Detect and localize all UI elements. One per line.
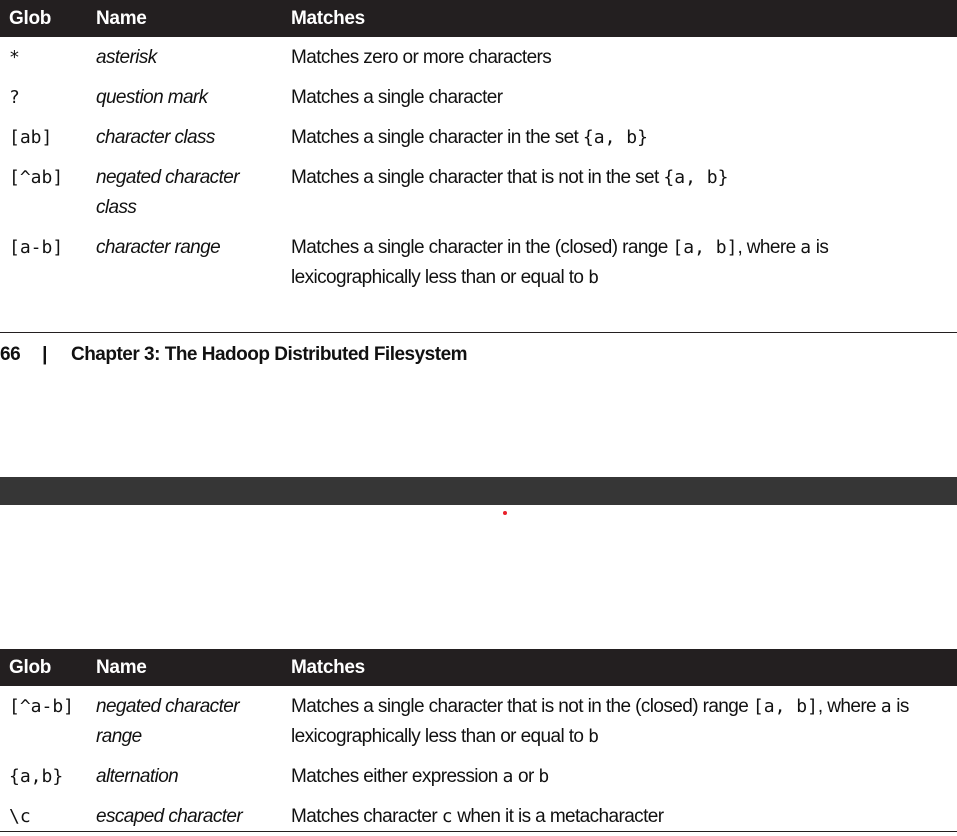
description-text: or: [513, 766, 539, 787]
code-fragment: a: [880, 696, 892, 717]
chapter-title: Chapter 3: The Hadoop Distributed Filesy…: [70, 344, 468, 365]
footer-rule: [0, 332, 957, 333]
glob-pattern: [^ab]: [9, 167, 64, 188]
glob-name: alternation: [96, 766, 179, 787]
description-text: Matches character: [291, 806, 442, 827]
glob-name: negated character class: [96, 167, 240, 218]
glob-pattern: *: [9, 47, 20, 68]
table-row: {a,b} alternation Matches either expressio…: [0, 756, 957, 796]
description-text: Matches a single character in the set: [291, 127, 583, 148]
description-text: Matches a single character that is not i…: [291, 167, 664, 188]
glob-name: character class: [96, 127, 215, 148]
description-text: Matches either expression: [291, 766, 503, 787]
code-fragment: b: [588, 726, 599, 747]
table-body: [^a-b] negated character range Matches a s…: [0, 686, 957, 836]
glob-name: question mark: [96, 87, 208, 108]
header-name: Name: [87, 0, 282, 37]
header-matches: Matches: [282, 0, 957, 37]
glob-description: Matches a single character that is not i…: [282, 686, 957, 756]
page-footer: 66 | Chapter 3: The Hadoop Distributed Fil…: [0, 344, 468, 366]
glob-description: Matches a single character in the (close…: [282, 227, 957, 297]
glob-name: negated character range: [96, 696, 240, 747]
table-row: ? question mark Matches a single character: [0, 77, 957, 117]
table-row: * asterisk Matches zero or more characters: [0, 37, 957, 77]
description-text: Matches a single character in the (close…: [291, 237, 673, 258]
description-text: , where: [817, 696, 881, 717]
footer-separator: |: [42, 344, 47, 365]
page-separator-bar: [0, 477, 957, 505]
code-fragment: [a, b]: [672, 237, 738, 258]
code-fragment: {a, b}: [663, 167, 729, 188]
glob-description: Matches character c when it is a metacha…: [282, 796, 957, 836]
description-text: when it is a metacharacter: [452, 806, 664, 827]
bottom-table-region: Glob Name Matches [^a-b] negated characte…: [0, 649, 957, 836]
top-table-region: Glob Name Matches * asterisk Matches zero …: [0, 0, 957, 297]
code-fragment: b: [588, 267, 599, 288]
code-fragment: a: [800, 237, 812, 258]
glob-name: asterisk: [96, 47, 157, 68]
glob-pattern: [a-b]: [9, 237, 64, 258]
header-name: Name: [87, 649, 282, 686]
table-body: * asterisk Matches zero or more characters…: [0, 37, 957, 297]
description-text: Matches zero or more characters: [291, 47, 552, 68]
table-row: [^a-b] negated character range Matches a s…: [0, 686, 957, 756]
code-fragment: a: [502, 766, 514, 787]
glob-pattern: ?: [9, 87, 20, 108]
code-fragment: c: [441, 806, 453, 827]
table-row: [ab] character class Matches a single char…: [0, 117, 957, 157]
description-text: , where: [737, 237, 801, 258]
description-text: Matches a single character: [291, 87, 503, 108]
glob-description: Matches a single character that is not i…: [282, 157, 957, 227]
page-number: 66: [0, 344, 21, 365]
glob-pattern: {a,b}: [9, 766, 64, 787]
glob-table-bottom: Glob Name Matches [^a-b] negated characte…: [0, 649, 957, 836]
glob-description: Matches either expression a or b: [282, 756, 957, 796]
glob-description: Matches zero or more characters: [282, 37, 957, 77]
table-row: [a-b] character range Matches a single cha…: [0, 227, 957, 297]
glob-name: character range: [96, 237, 221, 258]
glob-pattern: [ab]: [9, 127, 53, 148]
code-fragment: {a, b}: [582, 127, 648, 148]
header-matches: Matches: [282, 649, 957, 686]
table-row: [^ab] negated character class Matches a si…: [0, 157, 957, 227]
header-glob: Glob: [0, 649, 87, 686]
table-row: \c escaped character Matches character c w…: [0, 796, 957, 836]
description-text: Matches a single character that is not i…: [291, 696, 753, 717]
glob-description: Matches a single character: [282, 77, 957, 117]
table-header-row: Glob Name Matches: [0, 0, 957, 37]
code-fragment: b: [538, 766, 550, 787]
table-bottom-rule: [0, 831, 957, 832]
glob-pattern: \c: [9, 806, 31, 827]
glob-name: escaped character: [96, 806, 243, 827]
glob-table-top: Glob Name Matches * asterisk Matches zero …: [0, 0, 957, 297]
glob-description: Matches a single character in the set {a…: [282, 117, 957, 157]
header-glob: Glob: [0, 0, 87, 37]
table-header-row: Glob Name Matches: [0, 649, 957, 686]
code-fragment: [a, b]: [752, 696, 818, 717]
red-dot-marker: [503, 511, 507, 515]
glob-pattern: [^a-b]: [9, 696, 75, 717]
